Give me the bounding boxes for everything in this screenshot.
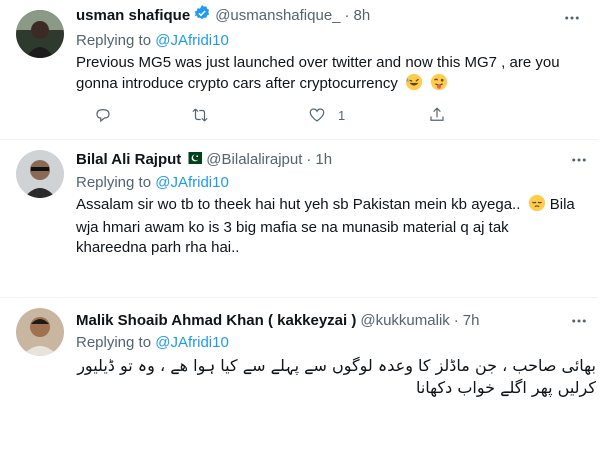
like-count: 1 (338, 107, 346, 123)
tweet-text-content: Previous MG5 was just launched over twit… (76, 54, 560, 92)
user-handle[interactable]: @kukkumalik (360, 311, 449, 331)
timestamp[interactable]: 7h (463, 311, 480, 331)
user-handle[interactable]: @usmanshafique_ (215, 6, 340, 26)
avatar[interactable] (16, 150, 64, 198)
reply-tweet[interactable]: usman shafique @usmanshafique_ · 8h Repl… (0, 0, 598, 140)
replying-to-label: Replying to (76, 334, 152, 351)
user-name[interactable]: usman shafique (76, 6, 190, 26)
replying-to: Replying to @JAfridi10 (76, 31, 229, 51)
more-icon[interactable] (569, 150, 589, 170)
tweet-text: Assalam sir wo tb to theek hai hut yeh s… (76, 194, 581, 258)
tweet-header: Malik Shoaib Ahmad Khan ( kakkeyzai ) @k… (76, 311, 479, 331)
share-icon (430, 107, 444, 121)
more-icon[interactable] (562, 8, 582, 28)
tweet-text: Previous MG5 was just launched over twit… (76, 53, 576, 97)
avatar[interactable] (16, 308, 64, 356)
timestamp[interactable]: 8h (354, 6, 371, 26)
user-handle[interactable]: @Bilalalirajput (206, 150, 302, 170)
tweet-text-content: Assalam sir wo tb to theek hai hut yeh s… (76, 196, 521, 213)
pensive-emoji (528, 194, 546, 218)
action-bar: 1 (94, 105, 448, 125)
avatar-image (16, 308, 64, 356)
more-icon[interactable] (569, 311, 589, 331)
replying-to: Replying to @JAfridi10 (76, 333, 229, 353)
separator-dot: · (306, 151, 312, 168)
tweet-header: usman shafique @usmanshafique_ · 8h (76, 4, 371, 28)
heart-icon (309, 108, 325, 122)
avatar[interactable] (16, 10, 64, 58)
separator-dot: · (344, 7, 350, 24)
replying-to-handle-link[interactable]: @JAfridi10 (155, 334, 229, 351)
reply-button[interactable] (94, 106, 190, 124)
replying-to: Replying to @JAfridi10 (76, 173, 229, 193)
pakistan-flag-icon (184, 150, 203, 170)
avatar-image (16, 10, 64, 58)
tweet-text: بھائی صاحب ، جن ماڈلز کا وعدہ لوگوں سے پ… (77, 356, 596, 397)
replying-to-handle-link[interactable]: @JAfridi10 (155, 174, 229, 191)
separator-dot: · (453, 312, 459, 329)
winking-tongue-emoji (430, 73, 448, 97)
replying-to-label: Replying to (76, 32, 152, 49)
replying-to-handle-link[interactable]: @JAfridi10 (155, 32, 229, 49)
retweet-button[interactable] (190, 106, 308, 124)
tweet-header: Bilal Ali Rajput @Bilalalirajput · 1h (76, 150, 332, 170)
share-button[interactable] (428, 106, 448, 124)
rofl-emoji (405, 73, 423, 97)
user-name[interactable]: Malik Shoaib Ahmad Khan ( kakkeyzai ) (76, 311, 356, 331)
timestamp[interactable]: 1h (315, 150, 332, 170)
retweet-icon (192, 108, 208, 122)
avatar-image (16, 150, 64, 198)
replying-to-label: Replying to (76, 174, 152, 191)
verified-badge-icon (193, 4, 211, 28)
user-name[interactable]: Bilal Ali Rajput (76, 150, 181, 170)
reply-icon (96, 109, 110, 123)
like-button[interactable]: 1 (308, 106, 428, 124)
